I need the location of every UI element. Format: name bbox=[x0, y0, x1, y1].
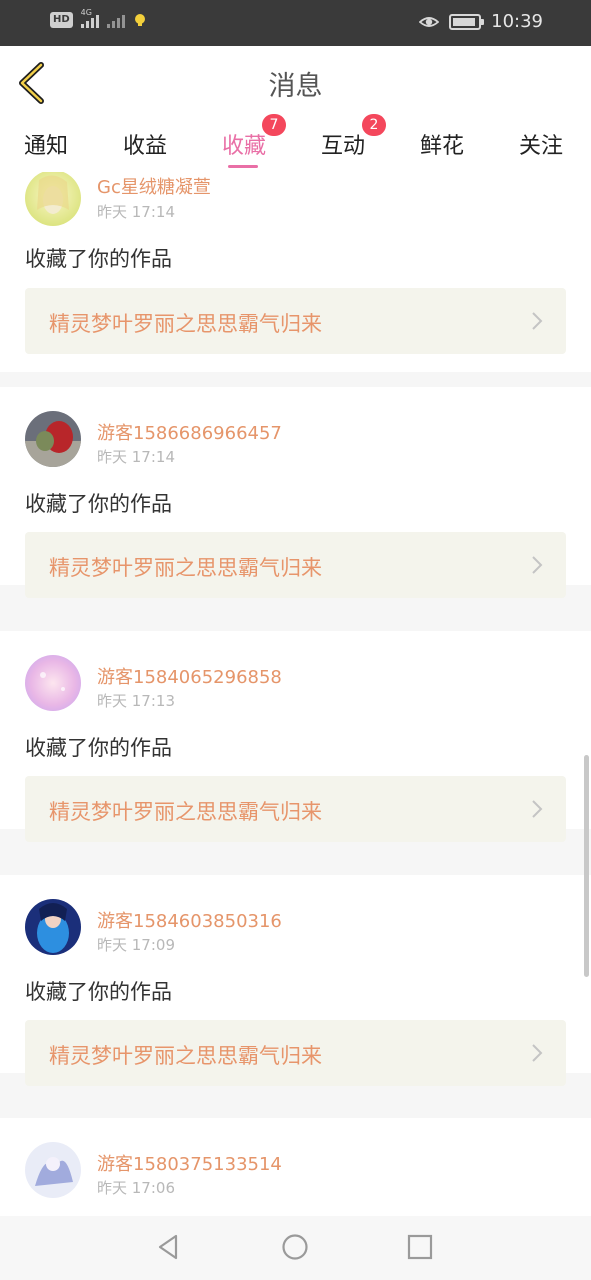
work-title: 精灵梦叶罗丽之思思霸气归来 bbox=[49, 800, 322, 824]
badge-favorites: 7 bbox=[262, 114, 286, 136]
page-title: 消息 bbox=[268, 71, 323, 102]
status-right: 10:39 bbox=[419, 11, 543, 32]
work-title: 精灵梦叶罗丽之思思霸气归来 bbox=[49, 556, 322, 580]
action-text: 收藏了你的作品 bbox=[25, 247, 172, 271]
eye-icon bbox=[419, 16, 440, 27]
work-title: 精灵梦叶罗丽之思思霸气归来 bbox=[49, 312, 322, 336]
list-item: 游客1584065296858 昨天 17:13 收藏了你的作品 精灵梦叶罗丽之… bbox=[0, 631, 591, 842]
tab-label: 互动 bbox=[321, 134, 366, 159]
avatar[interactable] bbox=[25, 1142, 81, 1198]
clock: 10:39 bbox=[491, 11, 543, 32]
timestamp: 昨天 17:13 bbox=[97, 692, 175, 710]
work-link[interactable]: 精灵梦叶罗丽之思思霸气归来 bbox=[25, 532, 566, 598]
header: 消息 bbox=[0, 46, 591, 120]
battery-icon bbox=[449, 13, 485, 30]
tab-label: 收益 bbox=[123, 134, 168, 159]
signal-icon: 4G bbox=[80, 8, 99, 28]
action-text: 收藏了你的作品 bbox=[25, 492, 172, 516]
work-link[interactable]: 精灵梦叶罗丽之思思霸气归来 bbox=[25, 776, 566, 842]
tab-earnings[interactable]: 收益 bbox=[123, 128, 167, 160]
tab-bar: 通知 收益 收藏 7 互动 2 鲜花 关注 bbox=[0, 114, 591, 172]
tab-follows[interactable]: 关注 bbox=[519, 128, 563, 160]
avatar[interactable] bbox=[25, 655, 81, 711]
work-title: 精灵梦叶罗丽之思思霸气归来 bbox=[49, 1044, 322, 1068]
badge-interactions: 2 bbox=[362, 114, 386, 136]
tab-label: 关注 bbox=[519, 134, 564, 159]
tab-favorites[interactable]: 收藏 7 bbox=[222, 114, 286, 168]
chevron-right-icon bbox=[532, 800, 543, 818]
avatar[interactable] bbox=[25, 172, 81, 226]
list-item: Gc星绒糖凝萱 昨天 17:14 收藏了你的作品 精灵梦叶罗丽之思思霸气归来 bbox=[0, 172, 591, 372]
nav-recents-icon[interactable] bbox=[405, 1232, 435, 1262]
avatar[interactable] bbox=[25, 899, 81, 955]
notification-icon bbox=[134, 14, 145, 26]
action-text: 收藏了你的作品 bbox=[25, 736, 172, 760]
username[interactable]: 游客1584603850316 bbox=[97, 907, 282, 933]
action-text: 收藏了你的作品 bbox=[25, 980, 172, 1004]
tab-notifications[interactable]: 通知 bbox=[24, 128, 68, 160]
timestamp: 昨天 17:14 bbox=[97, 448, 175, 466]
tab-interactions[interactable]: 互动 2 bbox=[321, 114, 386, 160]
chevron-right-icon bbox=[532, 312, 543, 330]
hd-badge: HD bbox=[50, 12, 73, 28]
signal-icon-2 bbox=[106, 12, 125, 28]
tab-label: 通知 bbox=[24, 134, 69, 159]
message-list[interactable]: Gc星绒糖凝萱 昨天 17:14 收藏了你的作品 精灵梦叶罗丽之思思霸气归来 游… bbox=[0, 172, 591, 1216]
status-left: HD 4G bbox=[50, 8, 147, 28]
scrollbar[interactable] bbox=[584, 755, 589, 977]
work-link[interactable]: 精灵梦叶罗丽之思思霸气归来 bbox=[25, 288, 566, 354]
chevron-right-icon bbox=[532, 1044, 543, 1062]
work-link[interactable]: 精灵梦叶罗丽之思思霸气归来 bbox=[25, 1020, 566, 1086]
username[interactable]: Gc星绒糖凝萱 bbox=[97, 173, 211, 199]
timestamp: 昨天 17:14 bbox=[97, 203, 175, 221]
network-label: 4G bbox=[80, 8, 92, 17]
username[interactable]: 游客1584065296858 bbox=[97, 663, 282, 689]
timestamp: 昨天 17:06 bbox=[97, 1179, 175, 1197]
status-bar: HD 4G 10:39 bbox=[0, 0, 591, 46]
tab-flowers[interactable]: 鲜花 bbox=[420, 128, 464, 160]
list-item: 游客1580375133514 昨天 17:06 bbox=[0, 1118, 591, 1216]
avatar[interactable] bbox=[25, 411, 81, 467]
list-item: 游客1584603850316 昨天 17:09 收藏了你的作品 精灵梦叶罗丽之… bbox=[0, 875, 591, 1086]
tab-label: 收藏 bbox=[222, 134, 267, 159]
timestamp: 昨天 17:09 bbox=[97, 936, 175, 954]
active-tab-indicator bbox=[228, 165, 259, 168]
username[interactable]: 游客1586686966457 bbox=[97, 419, 282, 445]
system-nav-bar bbox=[0, 1216, 591, 1280]
chevron-right-icon bbox=[532, 556, 543, 574]
tab-label: 鲜花 bbox=[420, 134, 465, 159]
list-item: 游客1586686966457 昨天 17:14 收藏了你的作品 精灵梦叶罗丽之… bbox=[0, 387, 591, 598]
nav-home-icon[interactable] bbox=[280, 1232, 310, 1262]
username[interactable]: 游客1580375133514 bbox=[97, 1150, 282, 1176]
nav-back-icon[interactable] bbox=[154, 1232, 184, 1262]
